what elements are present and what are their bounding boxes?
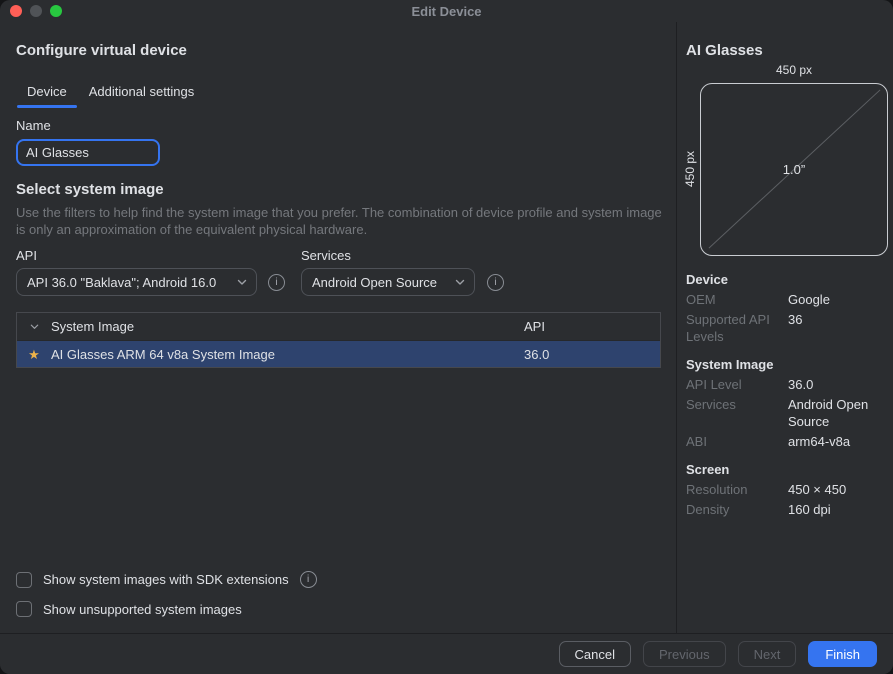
select-system-image-heading: Select system image bbox=[16, 181, 164, 198]
api-info-icon[interactable]: i bbox=[268, 274, 285, 291]
info-row-supported-api: Supported API Levels 36 bbox=[686, 311, 885, 345]
window-title: Edit Device bbox=[0, 4, 893, 19]
preview-height-label: 450 px bbox=[683, 151, 697, 187]
unsupported-images-checkbox-label: Show unsupported system images bbox=[43, 602, 242, 617]
system-image-cell: AI Glasses ARM 64 v8a System Image bbox=[51, 347, 524, 362]
tab-additional-settings[interactable]: Additional settings bbox=[78, 78, 206, 108]
system-image-table: System Image API ★ AI Glasses ARM 64 v8a… bbox=[16, 312, 661, 368]
device-name-input[interactable] bbox=[16, 139, 160, 166]
chevron-down-icon bbox=[454, 276, 466, 288]
services-dropdown-value: Android Open Source bbox=[312, 275, 437, 290]
info-row-abi: ABI arm64-v8a bbox=[686, 433, 885, 450]
sort-column-header[interactable] bbox=[17, 321, 51, 332]
page-title: Configure virtual device bbox=[16, 42, 187, 59]
table-header: System Image API bbox=[17, 313, 660, 341]
sdk-extensions-checkbox[interactable] bbox=[16, 572, 32, 588]
services-filter-label: Services bbox=[301, 248, 351, 263]
sdk-extensions-checkbox-row: Show system images with SDK extensions i bbox=[16, 571, 317, 588]
info-row-services: Services Android Open Source bbox=[686, 396, 885, 430]
services-dropdown[interactable]: Android Open Source bbox=[301, 268, 475, 296]
next-button: Next bbox=[738, 641, 797, 667]
system-image-section-title: System Image bbox=[686, 357, 885, 372]
device-info: Device OEM Google Supported API Levels 3… bbox=[686, 272, 885, 521]
chevron-down-icon bbox=[29, 321, 40, 332]
name-label: Name bbox=[16, 118, 51, 133]
api-filter-label: API bbox=[16, 248, 37, 263]
info-row-api-level: API Level 36.0 bbox=[686, 376, 885, 393]
api-cell: 36.0 bbox=[524, 347, 660, 362]
device-section-title: Device bbox=[686, 272, 885, 287]
sdk-extensions-info-icon[interactable]: i bbox=[300, 571, 317, 588]
star-icon[interactable]: ★ bbox=[28, 348, 40, 361]
finish-button[interactable]: Finish bbox=[808, 641, 877, 667]
preview-width-label: 450 px bbox=[700, 63, 888, 77]
info-row-resolution: Resolution 450 × 450 bbox=[686, 481, 885, 498]
info-row-oem: OEM Google bbox=[686, 291, 885, 308]
unsupported-images-checkbox[interactable] bbox=[16, 601, 32, 617]
diagonal-size-label: 1.0” bbox=[701, 84, 887, 255]
tab-device[interactable]: Device bbox=[16, 78, 78, 108]
table-row[interactable]: ★ AI Glasses ARM 64 v8a System Image 36.… bbox=[17, 341, 660, 367]
chevron-down-icon bbox=[236, 276, 248, 288]
screen-preview: 1.0” bbox=[700, 83, 888, 256]
info-row-density: Density 160 dpi bbox=[686, 501, 885, 518]
edit-device-dialog: Edit Device Configure virtual device Dev… bbox=[0, 0, 893, 674]
sdk-extensions-checkbox-label: Show system images with SDK extensions bbox=[43, 572, 289, 587]
screen-section-title: Screen bbox=[686, 462, 885, 477]
previous-button: Previous bbox=[643, 641, 726, 667]
dialog-footer: Cancel Previous Next Finish bbox=[0, 633, 893, 674]
cancel-button[interactable]: Cancel bbox=[559, 641, 631, 667]
title-bar: Edit Device bbox=[0, 0, 893, 22]
device-summary-title: AI Glasses bbox=[686, 42, 763, 59]
configure-panel: Configure virtual device Device Addition… bbox=[0, 22, 676, 633]
api-dropdown[interactable]: API 36.0 "Baklava"; Android 16.0 bbox=[16, 268, 257, 296]
system-image-description: Use the filters to help find the system … bbox=[16, 204, 664, 238]
api-dropdown-value: API 36.0 "Baklava"; Android 16.0 bbox=[27, 275, 216, 290]
tab-bar: Device Additional settings bbox=[16, 78, 205, 108]
system-image-column-header[interactable]: System Image bbox=[51, 319, 524, 334]
services-info-icon[interactable]: i bbox=[487, 274, 504, 291]
api-column-header[interactable]: API bbox=[524, 319, 660, 334]
unsupported-images-checkbox-row: Show unsupported system images bbox=[16, 601, 242, 617]
device-summary-panel: AI Glasses 450 px 450 px 1.0” Device OEM… bbox=[676, 22, 893, 633]
